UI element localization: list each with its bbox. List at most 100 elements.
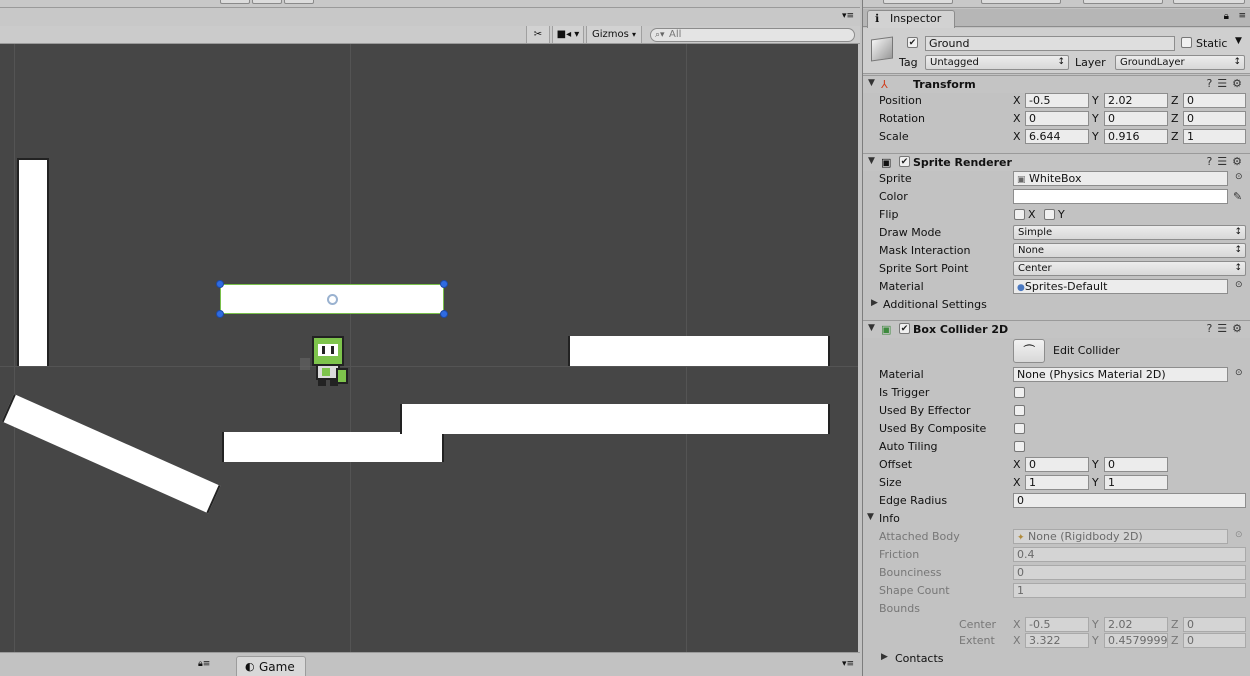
toolbar-button[interactable]: [220, 0, 250, 4]
fold-arrow-icon[interactable]: ▼: [868, 156, 875, 166]
toolbar-button[interactable]: [1083, 0, 1163, 4]
edit-collider-button[interactable]: ⏜: [1013, 339, 1045, 363]
pivot-handle-icon[interactable]: [327, 294, 338, 305]
info-foldout[interactable]: ▼ Info: [863, 510, 1250, 528]
position-y-field[interactable]: 2.02: [1104, 93, 1168, 108]
offset-y-field[interactable]: 0: [1104, 457, 1168, 472]
used-by-effector-row: Used By Effector: [863, 402, 1250, 420]
fold-arrow-icon[interactable]: ▼: [868, 323, 875, 333]
lock-icon[interactable]: 🔒︎: [1224, 11, 1229, 22]
corner-handle[interactable]: [216, 280, 224, 288]
platform-sprite[interactable]: [568, 336, 830, 366]
toolbar-button[interactable]: [1173, 0, 1245, 4]
mask-interaction-dropdown[interactable]: None: [1013, 243, 1246, 258]
size-x-field[interactable]: 1: [1025, 475, 1089, 490]
panel-menu-icon[interactable]: ≡: [1238, 11, 1246, 21]
toolbar-button[interactable]: [252, 0, 282, 4]
camera-icon[interactable]: ■◂ ▾: [552, 26, 584, 43]
auto-tiling-label: Auto Tiling: [879, 440, 938, 453]
scale-z-field[interactable]: 1: [1183, 129, 1246, 144]
is-trigger-checkbox[interactable]: [1014, 387, 1025, 398]
toolbar-button[interactable]: [981, 0, 1061, 4]
rotation-z-field[interactable]: 0: [1183, 111, 1246, 126]
position-x-field[interactable]: -0.5: [1025, 93, 1089, 108]
wall-sprite[interactable]: [17, 158, 49, 366]
tab-inspector[interactable]: ℹ Inspector: [867, 10, 955, 28]
corner-handle[interactable]: [440, 280, 448, 288]
x-axis-label: X: [1013, 94, 1021, 107]
scale-y-field[interactable]: 0.916: [1104, 129, 1168, 144]
scene-search-input[interactable]: ⌕▾ All: [650, 28, 855, 42]
tab-game[interactable]: ◐ Game: [236, 656, 306, 676]
grid-line: [0, 366, 858, 367]
selected-ground-sprite[interactable]: [216, 280, 448, 318]
object-picker-icon[interactable]: ⊙: [1235, 172, 1243, 182]
sprite-sort-point-dropdown[interactable]: Center: [1013, 261, 1246, 276]
corner-handle[interactable]: [440, 310, 448, 318]
size-y-field[interactable]: 1: [1104, 475, 1168, 490]
active-checkbox[interactable]: [907, 37, 918, 48]
panel-menu-icon[interactable]: ▾≡: [842, 659, 854, 669]
rotation-label: Rotation: [879, 112, 926, 125]
rotation-y-field[interactable]: 0: [1104, 111, 1168, 126]
scene-toolbar: ✂ ■◂ ▾ Gizmos ▾ ⌕▾ All: [0, 26, 860, 44]
y-axis-label: Y: [1092, 634, 1099, 647]
layer-dropdown[interactable]: GroundLayer: [1115, 55, 1245, 70]
box-collider-enabled-checkbox[interactable]: [899, 323, 910, 334]
component-header-icons[interactable]: ?☰⚙: [1206, 322, 1247, 335]
offset-x-field[interactable]: 0: [1025, 457, 1089, 472]
auto-tiling-checkbox[interactable]: [1014, 441, 1025, 452]
collider-material-field[interactable]: None (Physics Material 2D): [1013, 367, 1228, 382]
z-axis-label: Z: [1171, 112, 1179, 125]
chevron-down-icon[interactable]: ▼: [1235, 36, 1242, 46]
object-picker-icon[interactable]: ⊙: [1235, 280, 1243, 290]
center-z-field: 0: [1183, 617, 1246, 632]
sprite-field[interactable]: ▣ WhiteBox: [1013, 171, 1228, 186]
box-collider-header[interactable]: ▼ ▣ Box Collider 2D ?☰⚙: [863, 320, 1250, 338]
toolbar-button[interactable]: [883, 0, 953, 4]
scene-tools-icon[interactable]: ✂: [526, 26, 550, 43]
scale-x-field[interactable]: 6.644: [1025, 129, 1089, 144]
floor-sprite[interactable]: [222, 432, 444, 462]
ramp-sprite[interactable]: [1, 394, 221, 514]
sprite-renderer-header[interactable]: ▼ ▣ Sprite Renderer ?☰⚙: [863, 153, 1250, 171]
position-z-field[interactable]: 0: [1183, 93, 1246, 108]
scale-label: Scale: [879, 130, 909, 143]
gizmos-button[interactable]: Gizmos ▾: [586, 26, 642, 43]
tag-dropdown[interactable]: Untagged: [925, 55, 1069, 70]
used-by-composite-checkbox[interactable]: [1014, 423, 1025, 434]
scene-viewport[interactable]: [0, 44, 858, 652]
contacts-foldout[interactable]: ▶ Contacts: [863, 650, 1250, 668]
sprite-renderer-enabled-checkbox[interactable]: [899, 156, 910, 167]
floor-sprite[interactable]: [400, 404, 830, 434]
player-knight-sprite[interactable]: [300, 336, 352, 390]
used-by-effector-checkbox[interactable]: [1014, 405, 1025, 416]
color-row: Color ✎: [863, 188, 1250, 206]
eyedropper-icon[interactable]: ✎: [1233, 190, 1242, 203]
draw-mode-dropdown[interactable]: Simple: [1013, 225, 1246, 240]
rotation-x-field[interactable]: 0: [1025, 111, 1089, 126]
transform-header[interactable]: ▼ ⅄ Transform ?☰⚙: [863, 75, 1250, 93]
fold-arrow-icon[interactable]: ▼: [868, 78, 875, 88]
fold-arrow-right-icon[interactable]: ▶: [871, 298, 878, 308]
static-checkbox[interactable]: [1181, 37, 1192, 48]
fold-arrow-icon[interactable]: ▼: [867, 512, 874, 522]
used-by-composite-label: Used By Composite: [879, 422, 987, 435]
corner-handle[interactable]: [216, 310, 224, 318]
fold-arrow-right-icon[interactable]: ▶: [881, 652, 888, 662]
object-picker-icon[interactable]: ⊙: [1235, 368, 1243, 378]
object-name-input[interactable]: Ground: [925, 36, 1175, 51]
component-header-icons[interactable]: ?☰⚙: [1206, 77, 1247, 90]
edge-radius-field[interactable]: 0: [1013, 493, 1246, 508]
flip-y-checkbox[interactable]: [1044, 209, 1055, 220]
additional-settings-row[interactable]: ▶ Additional Settings: [863, 296, 1250, 314]
lock-icon[interactable]: 🔒︎≡: [198, 659, 210, 669]
panel-menu-icon[interactable]: ▾≡: [842, 11, 854, 21]
color-swatch[interactable]: [1013, 189, 1228, 204]
used-by-composite-row: Used By Composite: [863, 420, 1250, 438]
component-header-icons[interactable]: ?☰⚙: [1206, 155, 1247, 168]
sprite-material-field[interactable]: ●Sprites-Default: [1013, 279, 1228, 294]
flip-label: Flip: [879, 208, 899, 221]
toolbar-button[interactable]: [284, 0, 314, 4]
flip-x-checkbox[interactable]: [1014, 209, 1025, 220]
